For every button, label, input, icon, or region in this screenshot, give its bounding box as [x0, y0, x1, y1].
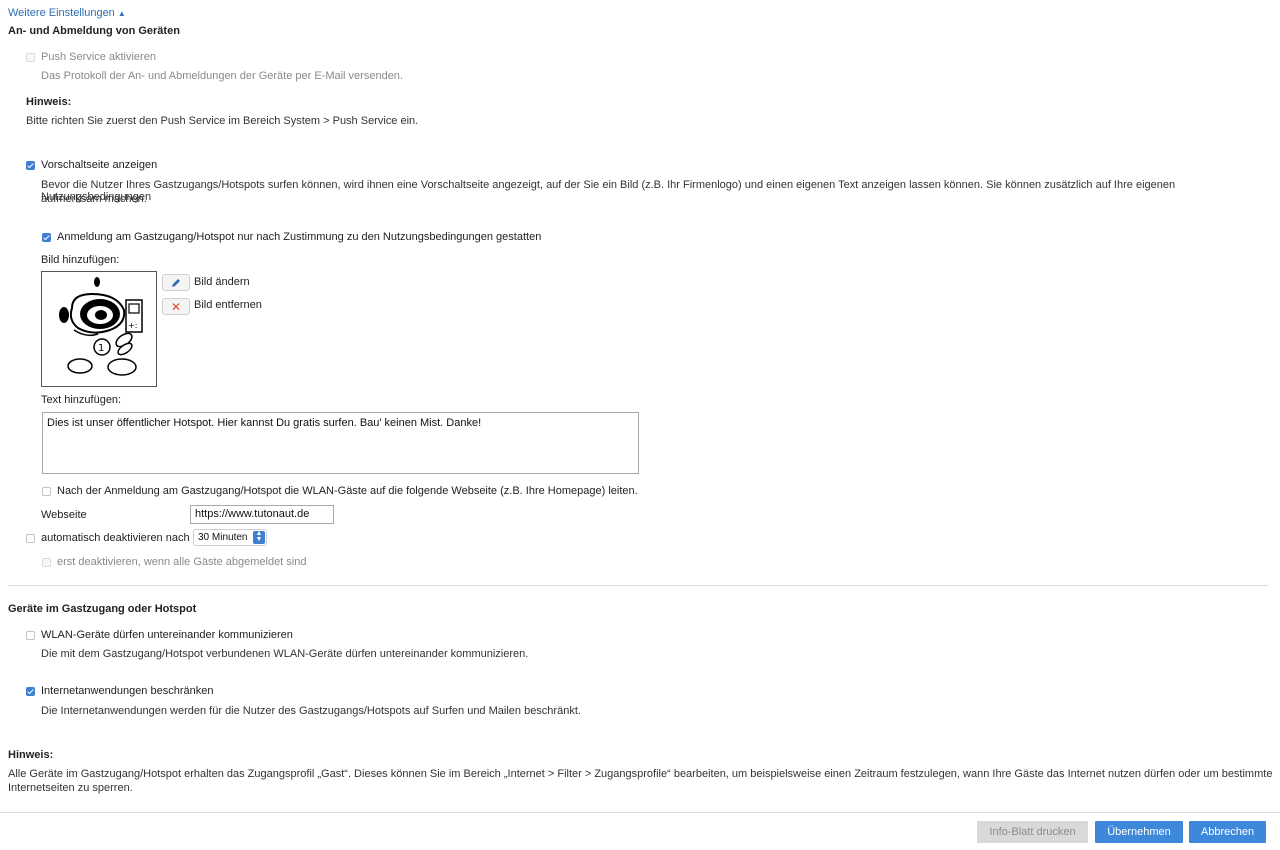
restrict-internet-label: Internetanwendungen beschränken	[41, 685, 214, 697]
svg-text:1: 1	[98, 343, 104, 354]
auto-disable-select[interactable]: 30 Minuten ▲ ▼	[193, 529, 267, 546]
website-label: Webseite	[41, 509, 87, 521]
hint-text: Bitte richten Sie zuerst den Push Servic…	[26, 115, 419, 127]
devices-heading: Geräte im Gastzugang oder Hotspot	[8, 603, 197, 615]
auto-disable-label: automatisch deaktivieren nach	[41, 532, 190, 544]
after-logout-checkbox[interactable]	[42, 558, 51, 567]
push-service-checkbox[interactable]	[26, 53, 35, 62]
push-service-label: Push Service aktivieren	[41, 51, 156, 63]
apply-button[interactable]: Übernehmen	[1095, 821, 1183, 843]
auto-disable-value: 30 Minuten	[198, 532, 248, 543]
print-info-sheet-button[interactable]: Info-Blatt drucken	[977, 821, 1088, 843]
note-line1: Alle Geräte im Gastzugang/Hotspot erhalt…	[8, 768, 1273, 780]
after-logout-label: erst deaktivieren, wenn alle Gäste abgem…	[57, 556, 307, 568]
wlan-communicate-checkbox[interactable]	[26, 631, 35, 640]
select-arrows-icon: ▲ ▼	[253, 530, 265, 544]
redirect-checkbox[interactable]	[42, 487, 51, 496]
auto-disable-checkbox[interactable]	[26, 534, 35, 543]
splash-page-checkbox[interactable]	[26, 161, 35, 170]
cancel-button[interactable]: Abbrechen	[1189, 821, 1266, 843]
footer-divider	[0, 812, 1280, 813]
splash-image: +: 1	[41, 271, 157, 387]
remove-image-label[interactable]: Bild entfernen	[194, 299, 262, 311]
restrict-internet-checkbox[interactable]	[26, 687, 35, 696]
splash-page-desc-line2: aufmerksam machen.	[41, 193, 147, 205]
change-image-label[interactable]: Bild ändern	[194, 276, 250, 288]
text-label: Text hinzufügen:	[41, 394, 122, 406]
terms-checkbox[interactable]	[42, 233, 51, 242]
section-divider	[8, 585, 1268, 586]
image-label: Bild hinzufügen:	[41, 254, 120, 266]
pencil-icon	[172, 278, 180, 287]
svg-text:+:: +:	[128, 321, 137, 330]
terms-label: Anmeldung am Gastzugang/Hotspot nur nach…	[57, 231, 542, 243]
restrict-internet-desc: Die Internetanwendungen werden für die N…	[41, 705, 581, 717]
remove-image-button[interactable]: ✕	[162, 298, 190, 315]
splash-page-label: Vorschaltseite anzeigen	[41, 159, 158, 171]
splash-page-desc-line1: Bevor die Nutzer Ihres Gastzugangs/Hotsp…	[41, 179, 1176, 203]
close-icon: ✕	[170, 299, 182, 314]
registration-heading: An- und Abmeldung von Geräten	[8, 25, 180, 37]
hint-heading: Hinweis:	[26, 96, 72, 108]
redirect-label: Nach der Anmeldung am Gastzugang/Hotspot…	[57, 485, 638, 497]
website-input[interactable]: https://www.tutonaut.de	[190, 505, 334, 524]
more-settings-toggle[interactable]: Weitere Einstellungen ▲	[8, 7, 126, 19]
edit-image-button[interactable]	[162, 274, 190, 291]
splash-text-area[interactable]: Dies ist unser öffentlicher Hotspot. Hie…	[42, 412, 639, 474]
note-line2: Internetseiten zu sperren.	[8, 782, 133, 794]
push-service-desc: Das Protokoll der An- und Abmeldungen de…	[41, 70, 403, 82]
wlan-communicate-desc: Die mit dem Gastzugang/Hotspot verbunden…	[41, 648, 529, 660]
note-heading: Hinweis:	[8, 749, 54, 761]
robot-logo-icon: +: 1	[59, 277, 143, 376]
wlan-communicate-label: WLAN-Geräte dürfen untereinander kommuni…	[41, 629, 293, 641]
more-settings-label: Weitere Einstellungen	[8, 7, 115, 19]
caret-up-icon: ▲	[117, 9, 126, 18]
